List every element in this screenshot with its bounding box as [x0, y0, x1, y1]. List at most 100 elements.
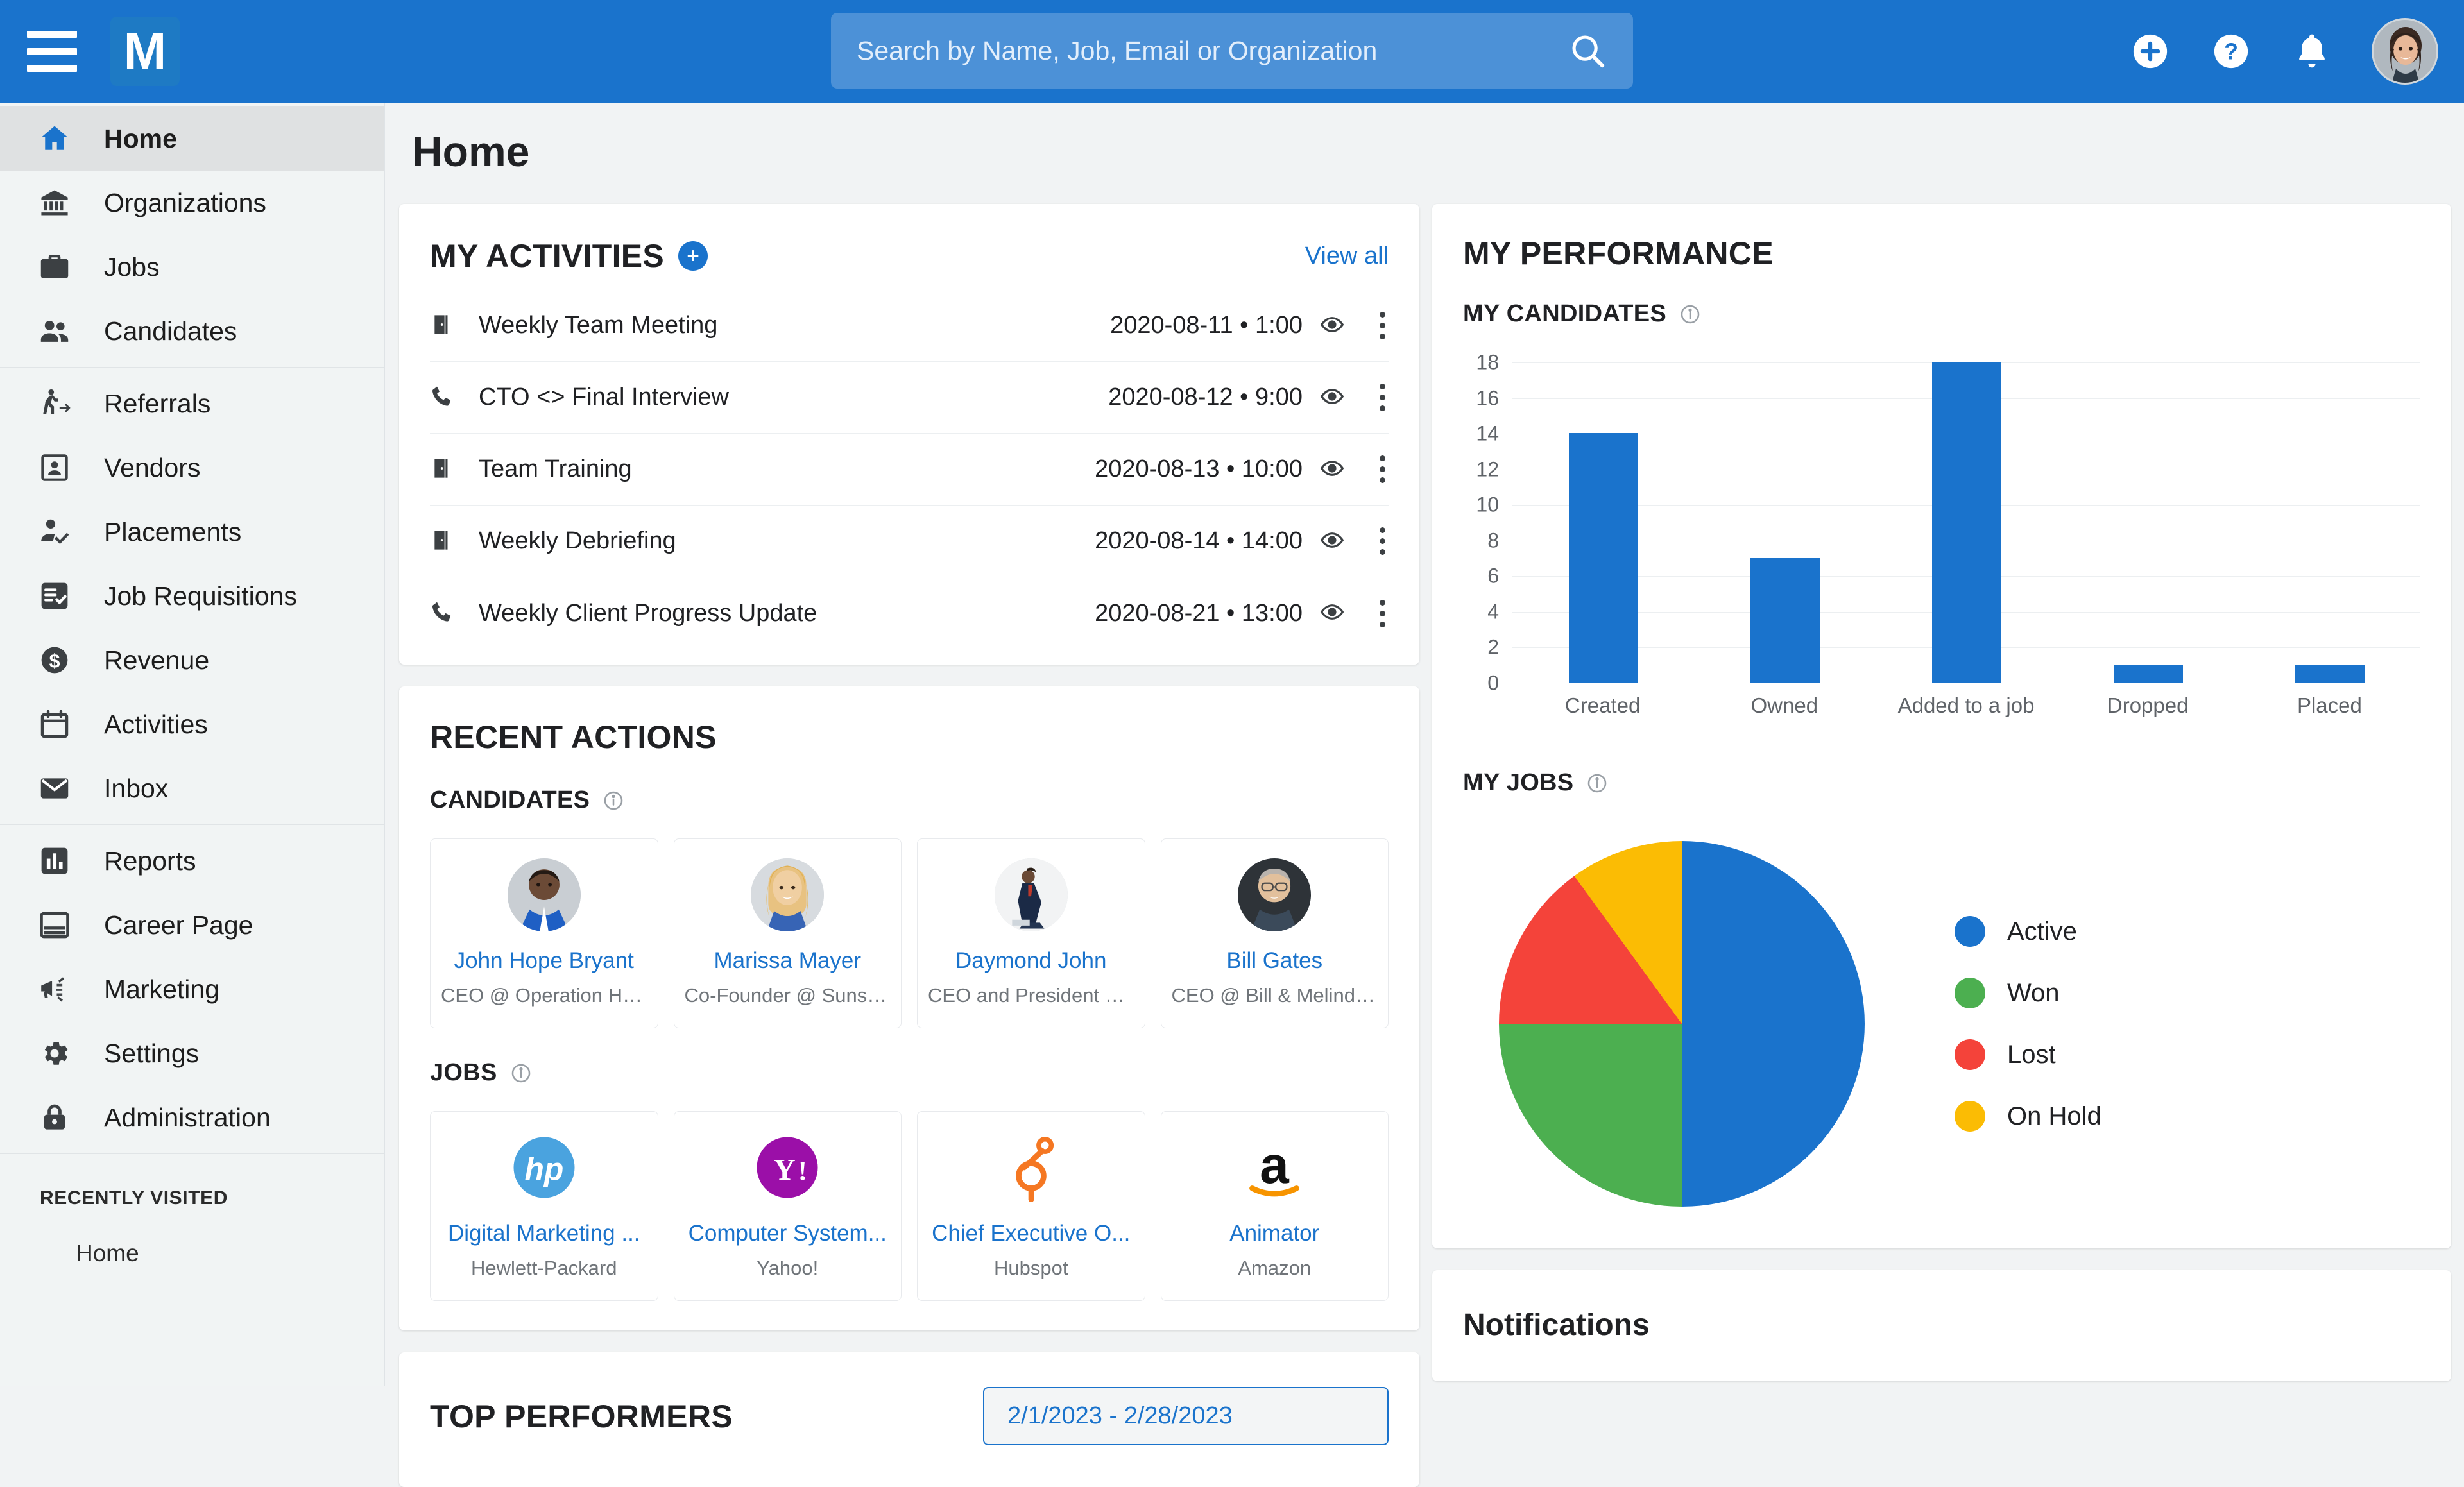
activity-row[interactable]: Weekly Client Progress Update 2020-08-21… [430, 577, 1389, 649]
info-icon[interactable] [603, 790, 624, 811]
legend-item[interactable]: Lost [1955, 1039, 2101, 1070]
bar-slot [1876, 362, 2057, 683]
sidebar-item-label: Job Requisitions [104, 581, 297, 611]
sidebar-item-placements[interactable]: Placements [0, 500, 384, 564]
sidebar-item-reports[interactable]: Reports [0, 829, 384, 893]
eye-icon[interactable] [1319, 527, 1348, 556]
my-candidates-bar-chart: 024681012141618 CreatedOwnedAdded to a j… [1463, 362, 2420, 722]
people-icon [35, 311, 74, 351]
job-tile[interactable]: Y! Computer System... Yahoo! [674, 1111, 902, 1301]
home-icon [35, 119, 74, 158]
y-tick-label: 18 [1463, 351, 1499, 375]
svg-text:!: ! [798, 1156, 807, 1186]
list-check-icon [35, 576, 74, 616]
sidebar-item-label: Career Page [104, 910, 253, 940]
more-options-icon[interactable] [1376, 600, 1389, 627]
sidebar-item-marketing[interactable]: Marketing [0, 957, 384, 1021]
eye-icon[interactable] [1319, 455, 1348, 484]
y-tick-label: 8 [1463, 529, 1499, 552]
sidebar-item-settings[interactable]: Settings [0, 1021, 384, 1085]
candidate-name[interactable]: John Hope Bryant [441, 948, 647, 974]
job-title[interactable]: Animator [1172, 1221, 1378, 1246]
sidebar-item-referrals[interactable]: Referrals [0, 371, 384, 436]
sidebar-item-activities[interactable]: Activities [0, 692, 384, 756]
y-tick-label: 14 [1463, 422, 1499, 446]
app-logo[interactable]: M [110, 17, 180, 86]
date-range-picker[interactable]: 2/1/2023 - 2/28/2023 [983, 1387, 1389, 1445]
job-title[interactable]: Chief Executive O... [928, 1221, 1134, 1246]
sidebar-item-vendors[interactable]: Vendors [0, 436, 384, 500]
activity-row[interactable]: Weekly Team Meeting 2020-08-11 • 1:00 [430, 290, 1389, 362]
info-icon[interactable] [1679, 303, 1701, 325]
y-tick-label: 16 [1463, 386, 1499, 410]
legend-item[interactable]: Active [1955, 916, 2101, 947]
search-icon[interactable] [1568, 31, 1607, 71]
bar[interactable] [1750, 558, 1820, 683]
candidate-tile[interactable]: Bill Gates CEO @ Bill & Melinda ... [1161, 838, 1389, 1028]
sidebar-item-label: Marketing [104, 974, 219, 1005]
candidate-tile[interactable]: Marissa Mayer Co-Founder @ Sunshi... [674, 838, 902, 1028]
sidebar-item-career-page[interactable]: Career Page [0, 893, 384, 957]
activity-row[interactable]: Team Training 2020-08-13 • 10:00 [430, 434, 1389, 506]
more-options-icon[interactable] [1376, 384, 1389, 411]
bar[interactable] [2114, 665, 2183, 683]
phone-icon [430, 599, 458, 627]
more-options-icon[interactable] [1376, 527, 1389, 555]
bar[interactable] [1569, 433, 1638, 683]
avatar[interactable] [2372, 18, 2438, 85]
sidebar-item-label: Organizations [104, 188, 266, 218]
sidebar-item-jobs[interactable]: Jobs [0, 235, 384, 299]
sidebar-item-label: Settings [104, 1039, 199, 1069]
bar[interactable] [2295, 665, 2365, 683]
sidebar-item-organizations[interactable]: Organizations [0, 171, 384, 235]
candidate-name[interactable]: Bill Gates [1172, 948, 1378, 974]
more-options-icon[interactable] [1376, 312, 1389, 339]
eye-icon[interactable] [1319, 599, 1348, 627]
candidate-tile[interactable]: Daymond John CEO and President @ ... [917, 838, 1145, 1028]
sidebar-item-administration[interactable]: Administration [0, 1085, 384, 1150]
plus-circle-icon[interactable] [2129, 30, 2171, 72]
view-all-activities-link[interactable]: View all [1305, 242, 1389, 270]
help-circle-icon[interactable]: ? [2210, 30, 2252, 72]
activity-name: Weekly Team Meeting [479, 312, 717, 339]
job-tile[interactable]: a Animator Amazon [1161, 1111, 1389, 1301]
bar[interactable] [1932, 362, 2001, 683]
info-icon[interactable] [1586, 772, 1608, 794]
job-tile[interactable]: hp Digital Marketing ... Hewlett-Packard [430, 1111, 658, 1301]
job-title[interactable]: Computer System... [685, 1221, 891, 1246]
candidate-name[interactable]: Daymond John [928, 948, 1134, 974]
bank-icon [35, 183, 74, 223]
sidebar-item-label: Placements [104, 517, 241, 547]
more-options-icon[interactable] [1376, 455, 1389, 483]
candidate-tile[interactable]: John Hope Bryant CEO @ Operation HOPE [430, 838, 658, 1028]
hubspot-logo [995, 1131, 1068, 1204]
sidebar-item-revenue[interactable]: $ Revenue [0, 628, 384, 692]
sidebar-item-candidates[interactable]: Candidates [0, 299, 384, 363]
activity-row[interactable]: CTO <> Final Interview 2020-08-12 • 9:00 [430, 362, 1389, 434]
candidate-name[interactable]: Marissa Mayer [685, 948, 891, 974]
job-title[interactable]: Digital Marketing ... [441, 1221, 647, 1246]
candidate-avatar [508, 858, 581, 931]
hamburger-icon[interactable] [27, 31, 77, 72]
legend-item[interactable]: On Hold [1955, 1101, 2101, 1132]
add-activity-button[interactable]: + [678, 241, 708, 271]
top-performers-card: TOP PERFORMERS 2/1/2023 - 2/28/2023 [399, 1352, 1419, 1487]
info-icon[interactable] [510, 1062, 532, 1084]
my-activities-header: MY ACTIVITIES + View all [399, 204, 1419, 275]
sidebar-item-home[interactable]: Home [0, 106, 384, 171]
search-input[interactable] [831, 36, 1568, 66]
eye-icon[interactable] [1319, 312, 1348, 340]
eye-icon[interactable] [1319, 384, 1348, 412]
sidebar-item-label: Candidates [104, 316, 237, 346]
recently-visited-item-home[interactable]: Home [0, 1209, 384, 1267]
activity-row[interactable]: Weekly Debriefing 2020-08-14 • 14:00 [430, 506, 1389, 577]
pie-legend: Active Won Lost On Hold [1955, 916, 2101, 1132]
sidebar-item-inbox[interactable]: Inbox [0, 756, 384, 820]
sidebar-item-job-requisitions[interactable]: Job Requisitions [0, 564, 384, 628]
legend-item[interactable]: Won [1955, 978, 2101, 1008]
candidate-tiles: John Hope Bryant CEO @ Operation HOPE Ma… [430, 838, 1389, 1028]
candidate-role: CEO @ Operation HOPE [441, 984, 647, 1007]
search-bar[interactable] [831, 13, 1633, 89]
bell-icon[interactable] [2291, 30, 2333, 72]
job-tile[interactable]: Chief Executive O... Hubspot [917, 1111, 1145, 1301]
